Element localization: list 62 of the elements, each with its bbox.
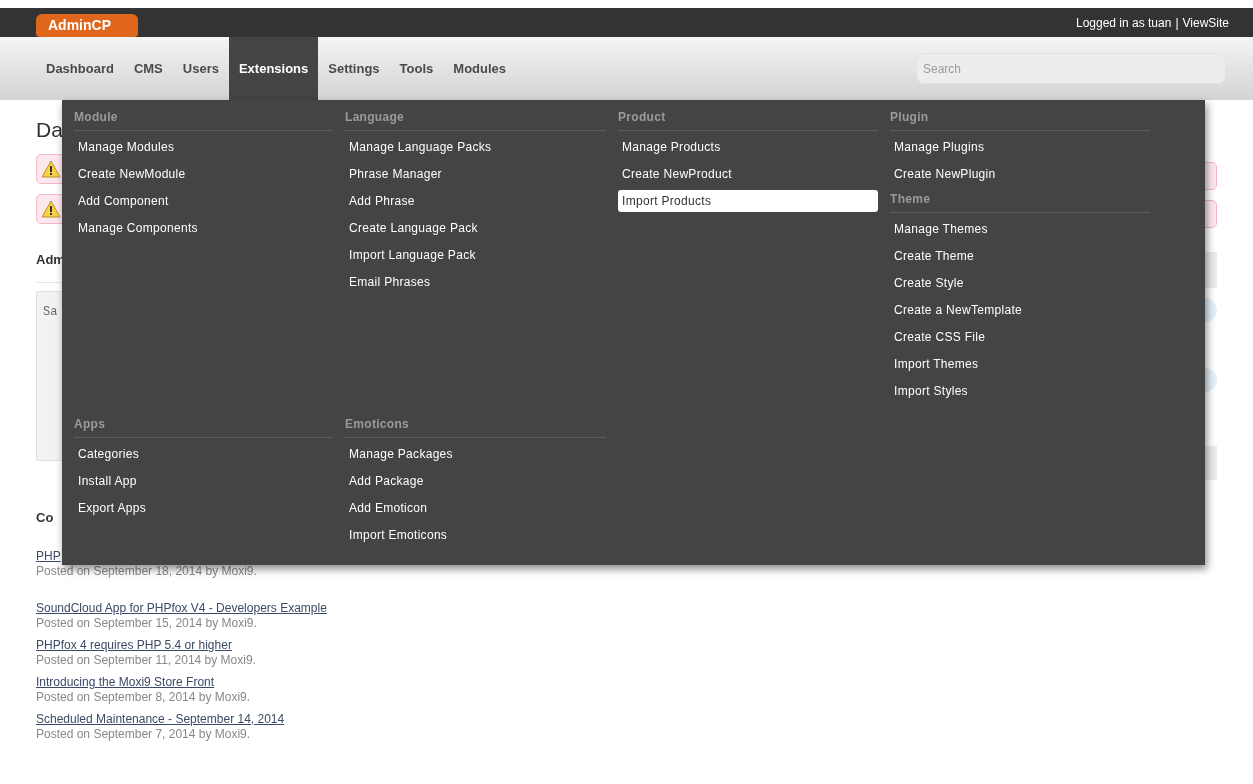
nav-tab[interactable]: Tools <box>389 37 444 100</box>
menu-item[interactable]: Manage Plugins <box>890 136 1150 158</box>
page-heading: Da <box>36 117 63 143</box>
news-link[interactable]: SoundCloud App for PHPfox V4 - Developers Example <box>36 601 327 616</box>
menu-section-heading: Theme <box>890 190 1150 213</box>
news-heading: Co <box>36 508 54 527</box>
menu-section-heading: Plugin <box>890 108 1150 131</box>
news-date: Posted on September 7, 2014 by Moxi9. <box>36 727 252 742</box>
menu-item[interactable]: Create Language Pack <box>345 217 606 239</box>
news-date: Posted on September 8, 2014 by Moxi9. <box>36 690 252 705</box>
menu-item[interactable]: Add Emoticon <box>345 497 606 519</box>
menu-item[interactable]: Create NewPlugin <box>890 163 1150 185</box>
menu-item[interactable]: Manage Modules <box>74 136 333 158</box>
menu-item[interactable]: Import Language Pack <box>345 244 606 266</box>
menu-item[interactable]: Import Styles <box>890 380 1150 402</box>
menu-section-heading: Product <box>618 108 878 131</box>
news-link[interactable]: PHPfox 4 requires PHP 5.4 or higher <box>36 638 232 653</box>
menu-item[interactable]: Import Themes <box>890 353 1150 375</box>
menu-item[interactable]: Import Emoticons <box>345 524 606 546</box>
menu-section-heading: Apps <box>74 415 333 438</box>
notes-placeholder: Sa <box>43 304 58 319</box>
nav-tab[interactable]: Settings <box>318 37 390 100</box>
search-field[interactable]: Search <box>916 53 1226 84</box>
menu-item[interactable]: Manage Packages <box>345 443 606 465</box>
menu-item[interactable]: Add Package <box>345 470 606 492</box>
menu-item[interactable]: Add Phrase <box>345 190 606 212</box>
menu-item[interactable]: Create Theme <box>890 245 1150 267</box>
account-label: Logged in as tuan <box>1075 14 1172 32</box>
view-site-link[interactable]: ViewSite <box>1182 13 1229 32</box>
news-date: Posted on September 18, 2014 by Moxi9. <box>36 564 258 579</box>
separator: | <box>1175 14 1179 32</box>
menu-item[interactable]: Email Phrases <box>345 271 606 293</box>
nav-tab[interactable]: CMS <box>123 37 173 100</box>
menu-item[interactable]: Create CSS File <box>890 326 1150 348</box>
menu-section-heading: Module <box>74 108 333 131</box>
menu-item[interactable]: Export Apps <box>74 497 333 519</box>
menu-item[interactable]: Manage Components <box>74 217 333 239</box>
menu-section-heading: Language <box>345 108 606 131</box>
menu-item[interactable]: Create Style <box>890 272 1150 294</box>
menu-item[interactable]: Manage Language Packs <box>345 136 606 158</box>
nav-tab[interactable]: Modules <box>443 37 517 100</box>
menu-item[interactable]: Add Component <box>74 190 333 212</box>
menu-item[interactable]: Categories <box>74 443 333 465</box>
news-link[interactable]: PHP <box>36 549 61 564</box>
nav-tab[interactable]: Extensions <box>228 37 319 100</box>
menu-item[interactable]: Create NewModule <box>74 163 333 185</box>
warning-icon <box>41 160 61 178</box>
menu-item[interactable]: Phrase Manager <box>345 163 606 185</box>
nav-tab[interactable]: Users <box>172 37 229 100</box>
menu-item[interactable]: Install App <box>74 470 333 492</box>
menu-section-heading: Emoticons <box>345 415 606 438</box>
news-date: Posted on September 15, 2014 by Moxi9. <box>36 616 258 631</box>
news-link[interactable]: Introducing the Moxi9 Store Front <box>36 675 215 690</box>
news-link[interactable]: Scheduled Maintenance - September 14, 2014 <box>36 712 285 727</box>
news-date: Posted on September 11, 2014 by Moxi9. <box>36 653 257 668</box>
menu-item[interactable]: Manage Themes <box>890 218 1150 240</box>
menu-item[interactable]: Manage Products <box>618 136 878 158</box>
nav-tab[interactable]: Dashboard <box>36 37 124 100</box>
menu-item[interactable]: Create NewProduct <box>618 163 878 185</box>
warning-icon <box>41 200 61 218</box>
menu-item[interactable]: Create a NewTemplate <box>890 299 1150 321</box>
menu-item[interactable]: Import Products <box>618 190 878 212</box>
